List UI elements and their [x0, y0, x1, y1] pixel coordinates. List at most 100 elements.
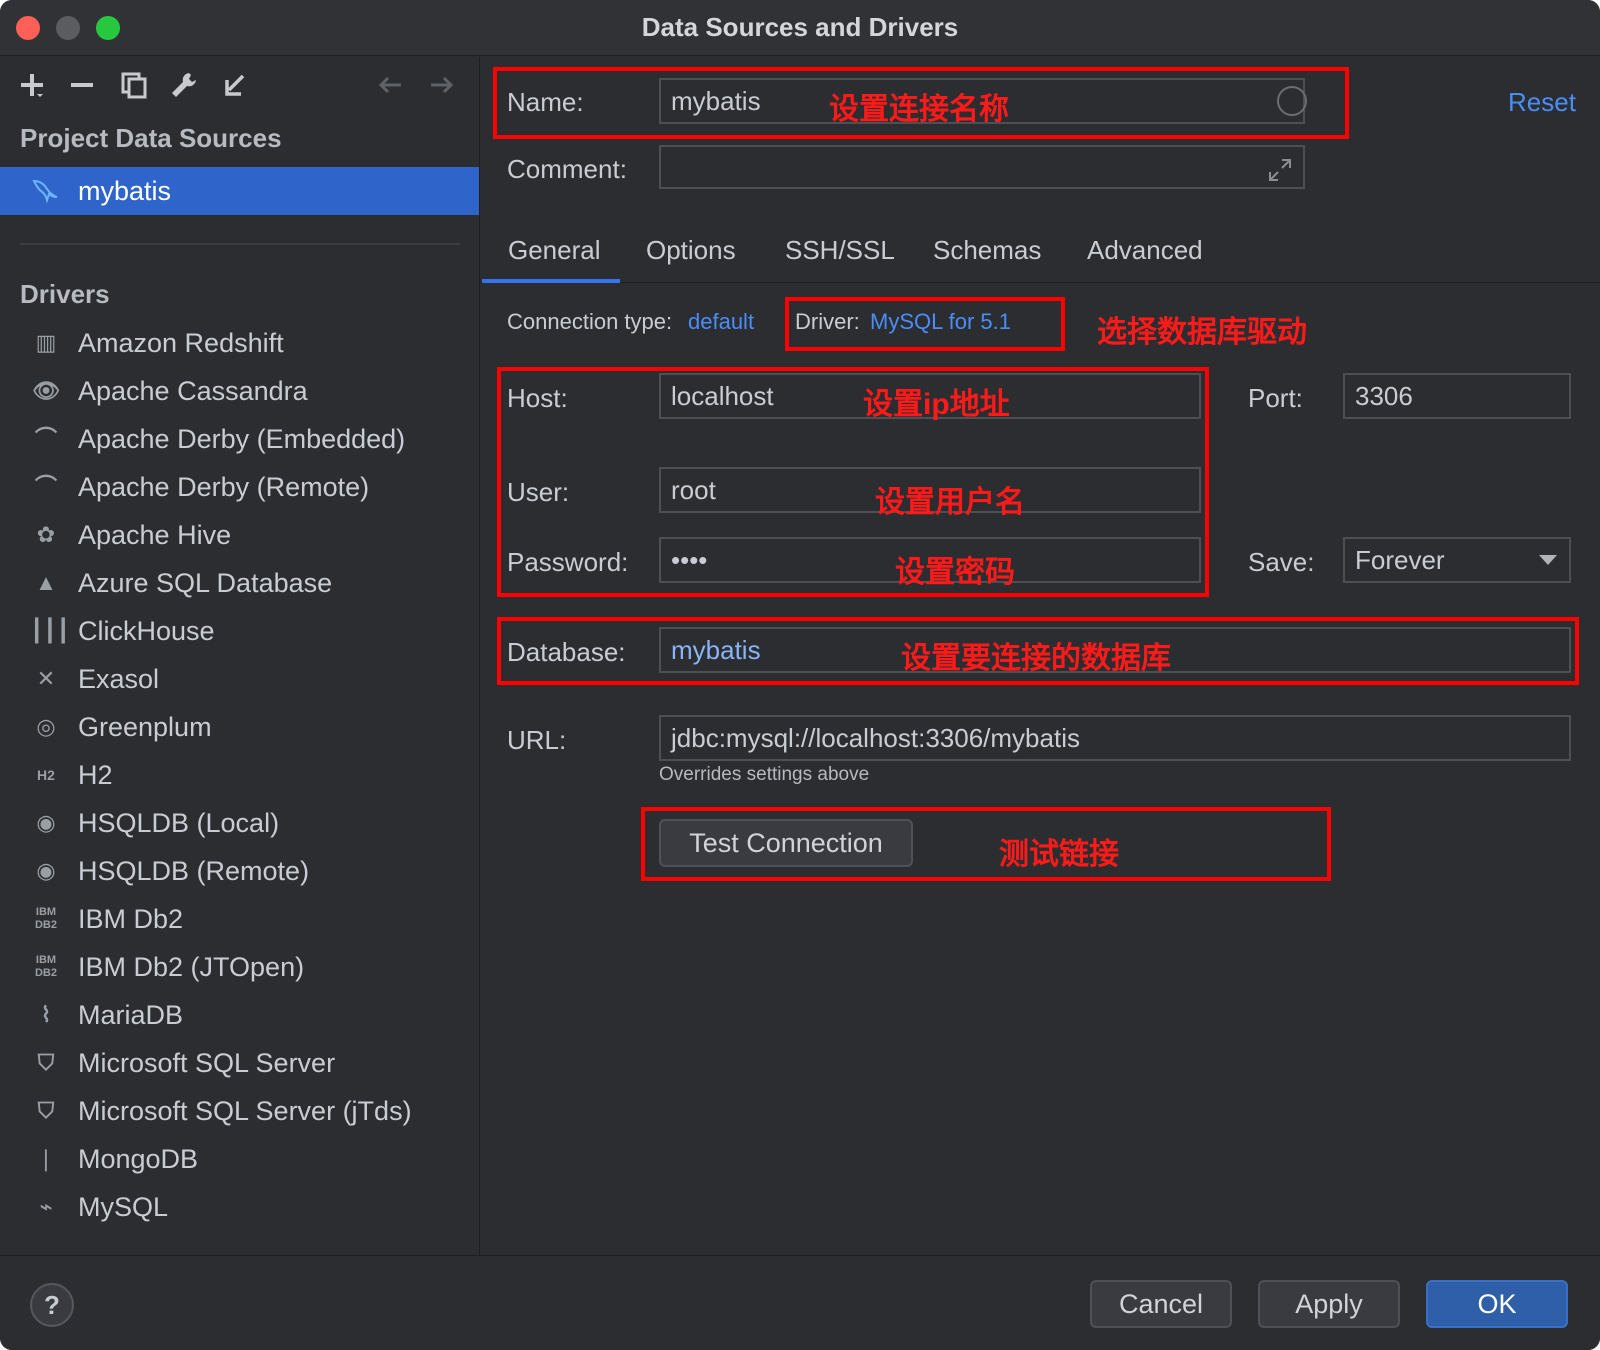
mysql-dolphin-icon [32, 179, 58, 204]
url-hint: Overrides settings above [659, 764, 870, 785]
driver-item[interactable]: 👁 Apache Cassandra [0, 367, 479, 415]
driver-label: Apache Derby (Embedded) [78, 424, 406, 454]
derby-icon: ⌒ [34, 426, 57, 451]
chevron-down-icon [1539, 555, 1557, 565]
comment-label: Comment: [507, 154, 627, 184]
mariadb-icon: ⌇ [40, 1002, 52, 1027]
save-label: Save: [1248, 547, 1315, 577]
annotation-box-name [493, 67, 1349, 139]
driver-item[interactable]: ⌒ Apache Derby (Remote) [0, 463, 479, 511]
duplicate-icon[interactable] [116, 67, 152, 103]
hsqldb-icon: ◉ [36, 858, 56, 883]
driver-label: ClickHouse [78, 616, 215, 646]
comment-input[interactable] [659, 145, 1305, 189]
sidebar-toolbar [0, 57, 479, 113]
driver-item[interactable]: H2 H2 [0, 751, 479, 799]
tab-ssh-ssl[interactable]: SSH/SSL [785, 235, 895, 266]
port-input[interactable]: 3306 [1343, 373, 1571, 419]
driver-item[interactable]: ┃┃┃ ClickHouse [0, 607, 479, 655]
driver-label: Apache Cassandra [78, 376, 308, 406]
sidebar-separator [20, 243, 460, 245]
tab-schemas[interactable]: Schemas [933, 235, 1041, 266]
redshift-icon: ▥ [35, 330, 57, 355]
dialog-footer: ? Cancel Apply OK [0, 1255, 1600, 1350]
driver-item[interactable]: ⌇ MariaDB [0, 991, 479, 1039]
hsqldb-icon: ◉ [36, 810, 56, 835]
ok-button[interactable]: OK [1426, 1280, 1568, 1328]
driver-label: Microsoft SQL Server (jTds) [78, 1096, 412, 1126]
tab-advanced[interactable]: Advanced [1087, 235, 1203, 266]
annotation-box-driver [785, 297, 1065, 351]
sqlserver-icon: ⛉ [37, 1098, 55, 1123]
driver-item[interactable]: IBM DB2 IBM Db2 [0, 895, 479, 943]
port-label: Port: [1248, 383, 1303, 413]
driver-item[interactable]: ⛉ Microsoft SQL Server [0, 1039, 479, 1087]
driver-label: IBM Db2 [78, 904, 184, 934]
driver-item[interactable]: ▥ Amazon Redshift [0, 319, 479, 367]
save-select[interactable]: Forever [1343, 537, 1571, 583]
driver-label: Greenplum [78, 712, 212, 742]
title-bar: Data Sources and Drivers [0, 0, 1600, 56]
driver-label: Azure SQL Database [78, 568, 333, 598]
data-source-item-mybatis[interactable]: mybatis [0, 167, 479, 215]
expand-icon[interactable] [1267, 157, 1293, 183]
annotation-driver: 选择数据库驱动 [1097, 316, 1307, 349]
driver-label: MariaDB [78, 1000, 184, 1030]
driver-item[interactable]: ⛉ Microsoft SQL Server (jTds) [0, 1087, 479, 1135]
driver-label: Microsoft SQL Server [78, 1048, 336, 1078]
driver-item[interactable]: ◉ HSQLDB (Remote) [0, 847, 479, 895]
import-icon[interactable] [216, 67, 252, 103]
driver-label: MongoDB [78, 1144, 199, 1174]
main-panel: Name: mybatis 设置连接名称 Reset Comment: Gene… [481, 57, 1600, 1255]
h2-icon: H2 [37, 767, 55, 783]
derby-icon: ⌒ [34, 474, 57, 499]
annotation-box-credentials [497, 367, 1209, 597]
db2-icon: IBM DB2 [34, 954, 57, 979]
save-select-value: Forever [1355, 545, 1445, 575]
annotation-box-database [497, 617, 1579, 685]
exasol-icon: ✕ [36, 666, 56, 691]
add-icon[interactable] [14, 67, 50, 103]
apply-button[interactable]: Apply [1258, 1280, 1400, 1328]
greenplum-icon: ◎ [36, 714, 56, 739]
db2-icon: IBM DB2 [34, 906, 57, 931]
connection-type-link[interactable]: default [688, 309, 754, 335]
mysql-icon: ⌁ [39, 1194, 53, 1219]
driver-item[interactable]: IBM DB2 IBM Db2 (JTOpen) [0, 943, 479, 991]
driver-item[interactable]: ◉ HSQLDB (Local) [0, 799, 479, 847]
dialog-window: Data Sources and Drivers Project Data So… [0, 0, 1600, 1350]
tab-options[interactable]: Options [646, 235, 736, 266]
help-button[interactable]: ? [30, 1283, 74, 1327]
driver-item[interactable]: ✿ Apache Hive [0, 511, 479, 559]
wrench-icon[interactable] [166, 67, 202, 103]
forward-arrow-icon[interactable] [424, 67, 460, 103]
driver-label: Amazon Redshift [78, 328, 284, 358]
driver-item[interactable]: ✕ Exasol [0, 655, 479, 703]
remove-icon[interactable] [64, 67, 100, 103]
driver-item[interactable]: ⌁ MySQL [0, 1183, 479, 1231]
drivers-heading: Drivers [20, 279, 110, 309]
driver-item[interactable]: ◎ Greenplum [0, 703, 479, 751]
project-data-sources-heading: Project Data Sources [20, 123, 282, 153]
back-arrow-icon[interactable] [372, 67, 408, 103]
driver-label: Apache Hive [78, 520, 232, 550]
driver-label: Exasol [78, 664, 160, 694]
url-input[interactable]: jdbc:mysql://localhost:3306/mybatis [659, 715, 1571, 761]
driver-item[interactable]: ⌒ Apache Derby (Embedded) [0, 415, 479, 463]
driver-label: HSQLDB (Remote) [78, 856, 310, 886]
window-title: Data Sources and Drivers [641, 12, 959, 42]
cancel-button[interactable]: Cancel [1090, 1280, 1232, 1328]
data-source-label: mybatis [78, 176, 172, 206]
mongodb-icon: ❘ [36, 1146, 56, 1171]
driver-label: MySQL [78, 1192, 169, 1222]
driver-label: IBM Db2 (JTOpen) [78, 952, 305, 982]
tab-general[interactable]: General [508, 235, 601, 266]
reset-link[interactable]: Reset [1508, 87, 1576, 118]
azure-icon: ▲ [35, 570, 57, 595]
driver-item[interactable]: ❘ MongoDB [0, 1135, 479, 1183]
connection-type-label: Connection type: [507, 309, 673, 334]
cassandra-icon: 👁 [32, 378, 60, 403]
clickhouse-icon: ┃┃┃ [30, 618, 70, 643]
driver-list: ▥ Amazon Redshift 👁 Apache Cassandra ⌒ Apac… [0, 319, 479, 1231]
driver-item[interactable]: ▲ Azure SQL Database [0, 559, 479, 607]
